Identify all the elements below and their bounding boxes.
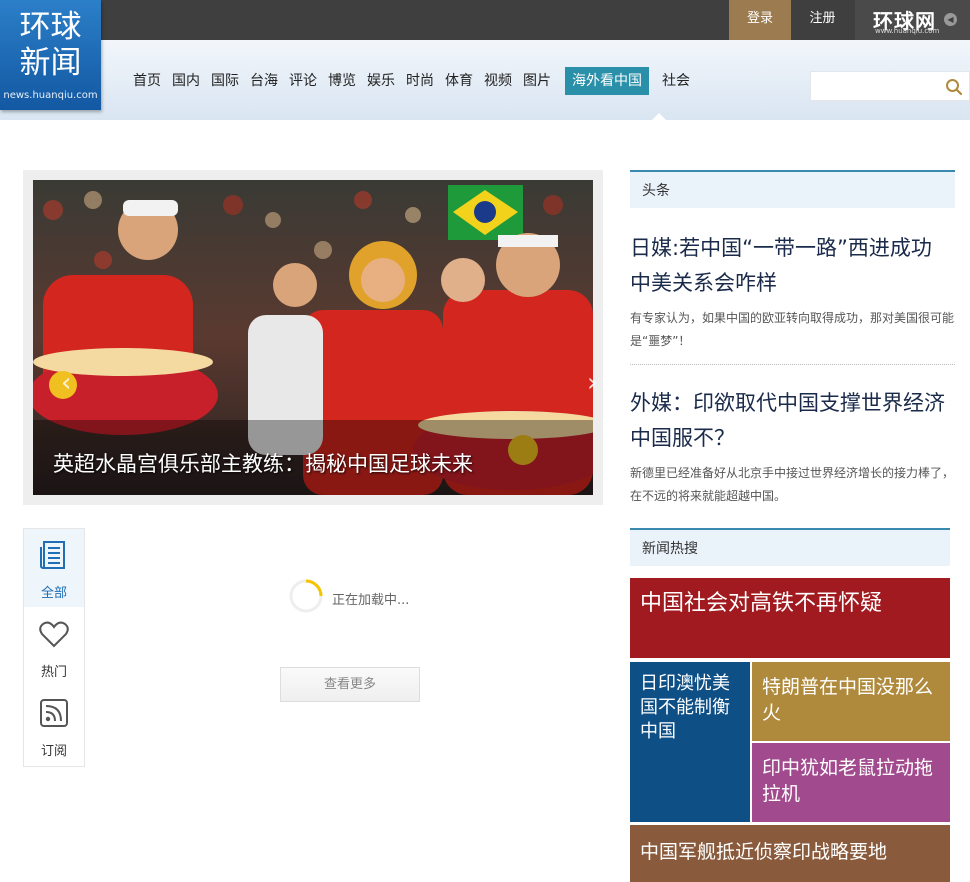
logo-url: news.huanqiu.com bbox=[3, 90, 98, 101]
nav-item-society[interactable]: 社会 bbox=[657, 67, 695, 95]
logo-line-2: 新闻 bbox=[19, 45, 82, 81]
search-icon[interactable] bbox=[945, 78, 963, 96]
nav-item-domestic[interactable]: 国内 bbox=[167, 67, 205, 95]
hot-search-item[interactable]: 中国军舰抵近侦察印战略要地 bbox=[630, 825, 950, 882]
newspaper-icon bbox=[40, 541, 65, 569]
nav-item-opinion[interactable]: 评论 bbox=[284, 67, 322, 95]
loading-spinner-icon bbox=[289, 579, 323, 613]
brand-url: www.huanqiu.com bbox=[875, 27, 940, 35]
nav-item-taiwan[interactable]: 台海 bbox=[245, 67, 283, 95]
hot-search-item[interactable]: 特朗普在中国没那么火 bbox=[752, 662, 950, 741]
login-link[interactable]: 登录 bbox=[729, 0, 791, 45]
slider-caption[interactable]: 英超水晶宫俱乐部主教练：揭秘中国足球未来 bbox=[53, 448, 473, 478]
site-logo[interactable]: 环球 新闻 news.huanqiu.com bbox=[0, 0, 101, 110]
loading-text: 正在加载中... bbox=[332, 593, 410, 608]
hot-search-item[interactable]: 中国社会对高铁不再怀疑 bbox=[630, 578, 950, 658]
heart-icon bbox=[39, 621, 69, 648]
hot-search-item[interactable]: 印中犹如老鼠拉动拖拉机 bbox=[752, 743, 950, 822]
feed-tabs: 全部 热门 订阅 bbox=[23, 528, 85, 767]
headline-desc: 新德里已经准备好从北京手中接过世界经济增长的接力棒了，在不远的将来就能超越中国。 bbox=[630, 466, 955, 503]
nav-item-home[interactable]: 首页 bbox=[128, 67, 166, 95]
huanqiu-brand-logo[interactable]: 环球网 www.huanqiu.com ◀ bbox=[855, 0, 970, 40]
nav-item-international[interactable]: 国际 bbox=[206, 67, 244, 95]
tab-all[interactable]: 全部 bbox=[24, 529, 84, 607]
headline-title[interactable]: 日媒:若中国“一带一路”西进成功 中美关系会咋样 bbox=[630, 231, 955, 301]
nav-item-fashion[interactable]: 时尚 bbox=[401, 67, 439, 95]
search-box bbox=[810, 71, 970, 101]
tab-all-label: 全部 bbox=[40, 586, 67, 601]
tab-subscribe[interactable]: 订阅 bbox=[24, 687, 84, 765]
featured-slider: ‹ › 英超水晶宫俱乐部主教练：揭秘中国足球未来 bbox=[23, 170, 603, 505]
active-nav-pointer bbox=[652, 113, 666, 120]
headline-desc: 有专家认为，如果中国的欧亚转向取得成功，那对美国很可能是“噩梦”！ bbox=[630, 311, 955, 348]
header: 首页 国内 国际 台海 评论 博览 娱乐 时尚 体育 视频 图片 海外看中国 社… bbox=[0, 40, 970, 120]
nav-item-entertainment[interactable]: 娱乐 bbox=[362, 67, 400, 95]
top-bar: 登录 注册 环球网 www.huanqiu.com ◀ bbox=[0, 0, 970, 45]
tab-subscribe-label: 订阅 bbox=[40, 744, 67, 759]
slider-prev-arrow[interactable]: ‹ bbox=[61, 368, 71, 398]
register-link[interactable]: 注册 bbox=[795, 0, 850, 40]
tab-hot[interactable]: 热门 bbox=[24, 608, 84, 686]
tab-hot-label: 热门 bbox=[40, 665, 67, 680]
nav-item-overseas-view[interactable]: 海外看中国 bbox=[565, 67, 649, 95]
hot-search-item[interactable]: 日印澳忧美国不能制衡中国 bbox=[630, 662, 750, 822]
main-nav: 首页 国内 国际 台海 评论 博览 娱乐 时尚 体育 视频 图片 海外看中国 社… bbox=[128, 67, 696, 95]
load-more-button[interactable]: 查看更多 bbox=[280, 667, 420, 702]
headline-divider bbox=[630, 364, 955, 365]
nav-item-sports[interactable]: 体育 bbox=[440, 67, 478, 95]
nav-item-video[interactable]: 视频 bbox=[479, 67, 517, 95]
rss-icon bbox=[40, 699, 68, 727]
nav-item-expo[interactable]: 博览 bbox=[323, 67, 361, 95]
hot-search-section-title: 新闻热搜 bbox=[630, 528, 950, 566]
logo-line-1: 环球 bbox=[19, 9, 82, 45]
chevron-left-icon[interactable]: ◀ bbox=[944, 13, 957, 26]
slider-next-arrow[interactable]: › bbox=[587, 368, 597, 398]
headline-title[interactable]: 外媒：印欲取代中国支撑世界经济 中国服不？ bbox=[630, 386, 955, 456]
search-input[interactable] bbox=[811, 72, 939, 100]
headlines-section-title: 头条 bbox=[630, 170, 955, 208]
nav-item-photos[interactable]: 图片 bbox=[518, 67, 556, 95]
